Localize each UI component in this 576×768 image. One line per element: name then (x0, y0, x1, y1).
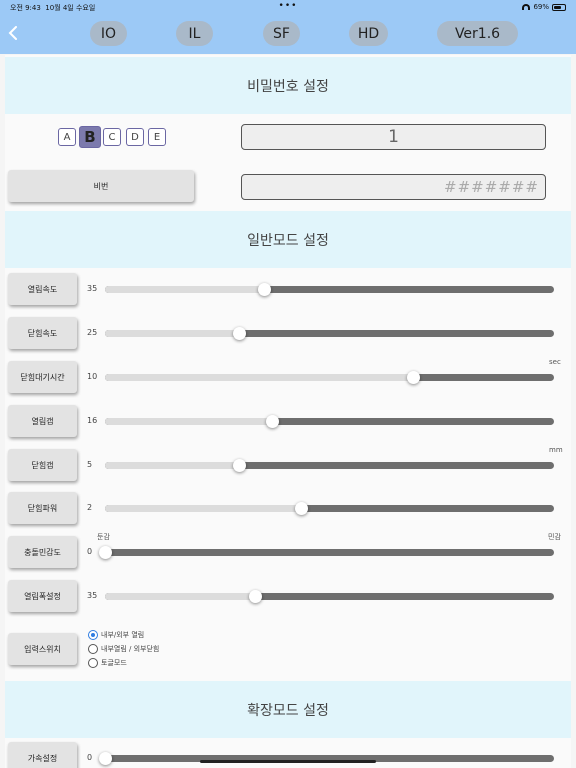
nav-io-button[interactable]: IO (90, 21, 127, 46)
slider-max-label: 민감 (548, 533, 561, 541)
setting-button[interactable]: 닫힘대기시간 (8, 361, 77, 393)
radio-option-internal-external-open[interactable]: 내부/외부 열림 (88, 630, 144, 640)
home-indicator (200, 760, 376, 763)
slider-thumb[interactable] (248, 590, 262, 603)
battery-icon (552, 3, 566, 11)
setting-value: 16 (87, 416, 98, 425)
radio-label: 토글모드 (101, 659, 127, 667)
setting-slider[interactable] (99, 546, 554, 559)
slider-thumb[interactable] (407, 371, 420, 384)
setting-button[interactable]: 열림폭설정 (8, 580, 77, 612)
status-time: 오전 9:43 10월 4일 수요일 (10, 4, 96, 12)
password-section-header: 비밀번호 설정 (5, 57, 571, 114)
slider-fill (105, 593, 255, 600)
letter-c-button[interactable]: C (103, 128, 121, 146)
nav-il-button[interactable]: IL (176, 21, 213, 46)
letter-a-button[interactable]: A (58, 128, 76, 146)
radio-unselected-icon (88, 658, 98, 668)
radio-option-toggle-mode[interactable]: 토글모드 (88, 658, 127, 668)
setting-slider[interactable] (105, 590, 554, 603)
radio-label: 내부열림 / 외부닫힘 (101, 645, 160, 653)
slider-fill (105, 374, 413, 381)
setting-slider[interactable] (105, 459, 554, 472)
slider-thumb[interactable] (232, 327, 246, 340)
setting-slider[interactable] (105, 502, 554, 515)
slider-fill (105, 330, 239, 337)
slider-fill (105, 286, 265, 293)
radio-option-internal-open-external-close[interactable]: 내부열림 / 외부닫힘 (88, 644, 159, 654)
letter-e-button[interactable]: E (148, 128, 166, 146)
multitask-dots[interactable]: ••• (279, 1, 298, 11)
setting-value: 0 (87, 547, 93, 556)
extended-section-header: 확장모드 설정 (5, 681, 571, 738)
slider-min-label: 둔감 (97, 533, 110, 541)
setting-value: 35 (87, 591, 98, 600)
slider-thumb[interactable] (232, 459, 246, 472)
letter-d-button[interactable]: D (126, 128, 144, 146)
status-bar: 오전 9:43 10월 4일 수요일 ••• 69% (10, 1, 566, 15)
setting-slider[interactable] (105, 283, 554, 296)
setting-value: 35 (87, 284, 98, 293)
unit-label: mm (549, 446, 563, 454)
slider-thumb[interactable] (99, 752, 112, 765)
slider-thumb[interactable] (99, 546, 112, 559)
radio-unselected-icon (88, 644, 98, 654)
back-chevron-icon[interactable] (8, 26, 22, 40)
slider-fill (105, 462, 239, 469)
wifi-icon (522, 4, 531, 10)
general-section-header: 일반모드 설정 (5, 211, 571, 268)
setting-value: 5 (87, 460, 93, 469)
nav-sf-button[interactable]: SF (263, 21, 300, 46)
setting-value: 10 (87, 372, 98, 381)
setting-slider[interactable] (105, 327, 554, 340)
setting-button[interactable]: 닫힘갭 (8, 449, 77, 481)
radio-label: 내부/외부 열림 (101, 631, 145, 639)
password-button[interactable]: 비번 (8, 170, 194, 202)
setting-value: 25 (87, 328, 98, 337)
setting-slider[interactable] (105, 371, 554, 384)
setting-button[interactable]: 열림속도 (8, 273, 77, 305)
input-switch-button[interactable]: 입력스위치 (8, 633, 77, 665)
setting-button[interactable]: 가속설정 (8, 742, 77, 768)
nav-hd-button[interactable]: HD (349, 21, 388, 46)
password-value-field[interactable]: 1 (241, 124, 546, 150)
letter-b-button[interactable]: B (79, 126, 101, 148)
slider-fill (105, 418, 273, 425)
setting-button[interactable]: 닫힘파워 (8, 492, 77, 524)
slider-fill (105, 505, 302, 512)
battery-percent: 69% (533, 3, 549, 11)
nav-version-button[interactable]: Ver1.6 (437, 21, 518, 46)
setting-button[interactable]: 충돌민감도 (8, 536, 77, 568)
radio-selected-icon (88, 630, 98, 640)
top-bar: 오전 9:43 10월 4일 수요일 ••• 69% IO IL SF HD V… (0, 0, 576, 54)
unit-label: sec (549, 358, 561, 366)
setting-slider[interactable] (105, 415, 554, 428)
setting-button[interactable]: 열림갭 (8, 405, 77, 437)
setting-button[interactable]: 닫힘속도 (8, 317, 77, 349)
setting-value: 0 (87, 753, 93, 762)
password-input[interactable]: ####### (241, 174, 546, 200)
status-right: 69% (522, 3, 566, 11)
setting-value: 2 (87, 503, 93, 512)
